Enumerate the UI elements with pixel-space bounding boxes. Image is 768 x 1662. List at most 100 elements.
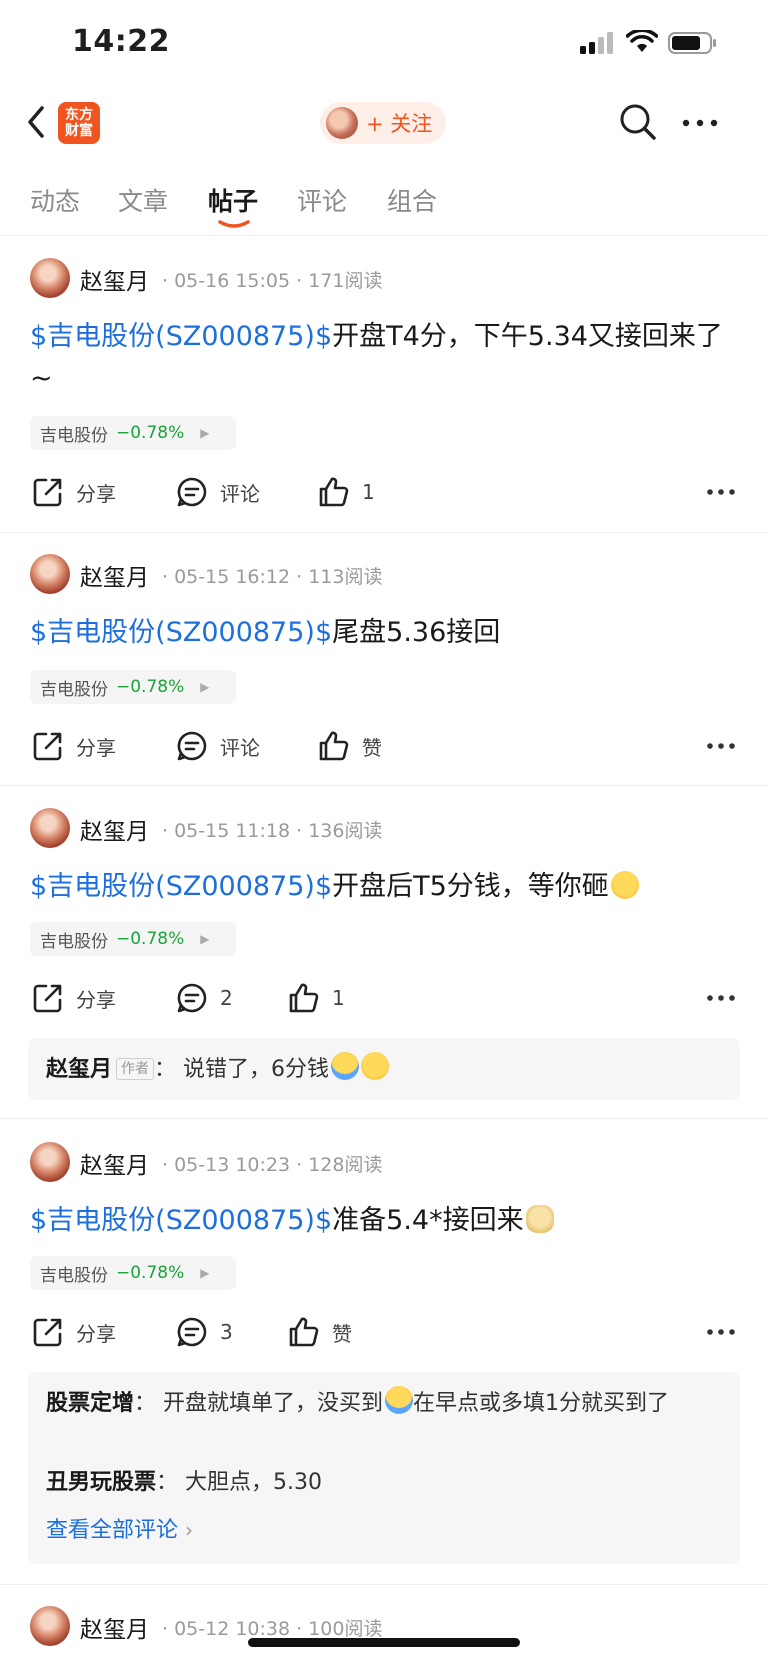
stock-chip[interactable]: 吉电股份 −0.78% ▶: [30, 1256, 236, 1290]
post-more-button[interactable]: [706, 1312, 748, 1352]
author-avatar[interactable]: [30, 808, 70, 848]
post-actions: 分享 2 1: [0, 978, 768, 1018]
stock-link[interactable]: $吉电股份(SZ000875)$: [30, 1205, 332, 1236]
author-name[interactable]: 赵玺月: [80, 1610, 149, 1644]
share-label: 分享: [76, 481, 116, 506]
reply-author[interactable]: 赵玺月: [46, 1057, 112, 1082]
author-name[interactable]: 赵玺月: [80, 812, 149, 846]
tab-wenzhang[interactable]: 文章: [118, 182, 168, 218]
follow-button[interactable]: + 关注: [320, 102, 446, 144]
smile-emoji-icon: [610, 871, 639, 899]
author-avatar[interactable]: [30, 554, 70, 594]
chip-stock-name: 吉电股份: [40, 1265, 108, 1286]
tab-active-indicator: [218, 220, 250, 228]
tab-tiezi[interactable]: 帖子: [208, 182, 258, 218]
share-button[interactable]: 分享: [32, 726, 116, 766]
post-meta: · 05-12 10:38 · 100阅读: [162, 1618, 383, 1640]
reply-box[interactable]: 股票定增： 开盘就填单了，没买到 在早点或多填1分就买到了 丑男玩股票： 大胆点，…: [28, 1372, 740, 1564]
stock-chip[interactable]: 吉电股份 −0.78% ▶: [30, 670, 236, 704]
doge-emoji-icon: [525, 1205, 554, 1233]
comment-label: 评论: [220, 481, 260, 506]
post-text: 开盘后T5分钱，等你砸: [332, 871, 609, 902]
more-icon: [707, 995, 735, 1001]
share-icon: [33, 478, 62, 507]
search-icon[interactable]: [618, 102, 658, 142]
post-more-button[interactable]: [706, 472, 748, 512]
author-name[interactable]: 赵玺月: [80, 262, 149, 296]
share-icon: [33, 1318, 62, 1347]
like-button[interactable]: 1: [318, 472, 375, 512]
reply-text: ： 大胆点，5.30: [156, 1470, 322, 1495]
author-badge: 作者: [116, 1058, 155, 1080]
like-label: 赞: [362, 735, 382, 760]
view-all-comments-link[interactable]: 查看全部评论 ›: [46, 1512, 193, 1544]
back-icon[interactable]: [22, 102, 50, 142]
post-card[interactable]: 赵玺月 · 05-12 10:38 · 100阅读: [0, 1588, 768, 1662]
crying-emoji-icon: [385, 1386, 414, 1414]
post-content[interactable]: $吉电股份(SZ000875)$准备5.4*接回来: [30, 1200, 735, 1242]
stock-link[interactable]: $吉电股份(SZ000875)$: [30, 321, 332, 352]
reply-author[interactable]: 丑男玩股票: [46, 1470, 156, 1495]
author-avatar[interactable]: [30, 258, 70, 298]
author-name[interactable]: 赵玺月: [80, 1146, 149, 1180]
post-card[interactable]: 赵玺月 · 05-16 15:05 · 171阅读 $吉电股份(SZ000875…: [0, 240, 768, 530]
like-label: 赞: [332, 1321, 352, 1346]
stock-chip[interactable]: 吉电股份 −0.78% ▶: [30, 922, 236, 956]
share-label: 分享: [76, 1321, 116, 1346]
tab-bar: 动态 文章 帖子 评论 组合: [0, 170, 768, 232]
tab-zuhe[interactable]: 组合: [387, 182, 437, 218]
reply-item[interactable]: 赵玺月 作者： 说错了，6分钱: [46, 1052, 722, 1087]
reply-item[interactable]: 丑男玩股票： 大胆点，5.30: [46, 1466, 722, 1500]
comment-button[interactable]: 评论: [176, 472, 260, 512]
post-card[interactable]: 赵玺月 · 05-15 16:12 · 113阅读 $吉电股份(SZ000875…: [0, 536, 768, 782]
post-content[interactable]: $吉电股份(SZ000875)$开盘T4分，下午5.34又接回来了~: [30, 316, 735, 400]
comment-button[interactable]: 3: [176, 1312, 233, 1352]
reply-text: ： 开盘就填单了，没买到: [134, 1391, 384, 1416]
author-name[interactable]: 赵玺月: [80, 558, 149, 592]
author-avatar[interactable]: [30, 1606, 70, 1646]
stock-link[interactable]: $吉电股份(SZ000875)$: [30, 871, 332, 902]
share-button[interactable]: 分享: [32, 472, 116, 512]
reply-text: ： 说错了，6分钱: [154, 1057, 330, 1082]
post-more-button[interactable]: [706, 978, 748, 1018]
like-button[interactable]: 1: [288, 978, 345, 1018]
post-content[interactable]: $吉电股份(SZ000875)$开盘后T5分钱，等你砸: [30, 866, 735, 908]
post-content[interactable]: $吉电股份(SZ000875)$尾盘5.36接回: [30, 612, 735, 654]
comment-icon: [177, 983, 207, 1013]
like-count: 1: [332, 986, 345, 1010]
tab-dongtai[interactable]: 动态: [30, 182, 80, 218]
follow-label: + 关注: [366, 112, 433, 136]
chip-arrow-icon: ▶: [200, 932, 210, 946]
comment-count: 3: [220, 1320, 233, 1344]
like-button[interactable]: 赞: [318, 726, 382, 766]
comment-count: 2: [220, 986, 233, 1010]
reply-item[interactable]: 股票定增： 开盘就填单了，没买到 在早点或多填1分就买到了: [46, 1386, 722, 1421]
reply-box[interactable]: 赵玺月 作者： 说错了，6分钱: [28, 1038, 740, 1100]
author-avatar[interactable]: [30, 1142, 70, 1182]
more-icon: [707, 743, 735, 749]
post-more-button[interactable]: [706, 726, 748, 766]
crying-emoji-icon: [331, 1052, 360, 1080]
comment-button[interactable]: 评论: [176, 726, 260, 766]
more-icon[interactable]: [682, 118, 718, 128]
post-actions: 分享 评论 1: [0, 472, 768, 512]
share-icon: [33, 984, 62, 1013]
divider: [0, 1584, 768, 1585]
post-meta: · 05-16 15:05 · 171阅读: [162, 270, 383, 292]
reply-author[interactable]: 股票定增: [46, 1391, 134, 1416]
tab-pinglun[interactable]: 评论: [297, 182, 347, 218]
post-card[interactable]: 赵玺月 · 05-13 10:23 · 128阅读 $吉电股份(SZ000875…: [0, 1124, 768, 1584]
home-indicator[interactable]: [248, 1638, 520, 1647]
share-button[interactable]: 分享: [32, 1312, 116, 1352]
like-button[interactable]: 赞: [288, 1312, 352, 1352]
chip-stock-change: −0.78%: [116, 929, 185, 949]
app-logo: 东方 财富: [58, 102, 100, 144]
post-card[interactable]: 赵玺月 · 05-15 11:18 · 136阅读 $吉电股份(SZ000875…: [0, 790, 768, 1120]
post-text: 尾盘5.36接回: [332, 617, 501, 648]
comment-button[interactable]: 2: [176, 978, 233, 1018]
stock-chip[interactable]: 吉电股份 −0.78% ▶: [30, 416, 236, 450]
chip-stock-change: −0.78%: [116, 1263, 185, 1283]
status-time: 14:22: [72, 24, 170, 59]
share-button[interactable]: 分享: [32, 978, 116, 1018]
stock-link[interactable]: $吉电股份(SZ000875)$: [30, 617, 332, 648]
